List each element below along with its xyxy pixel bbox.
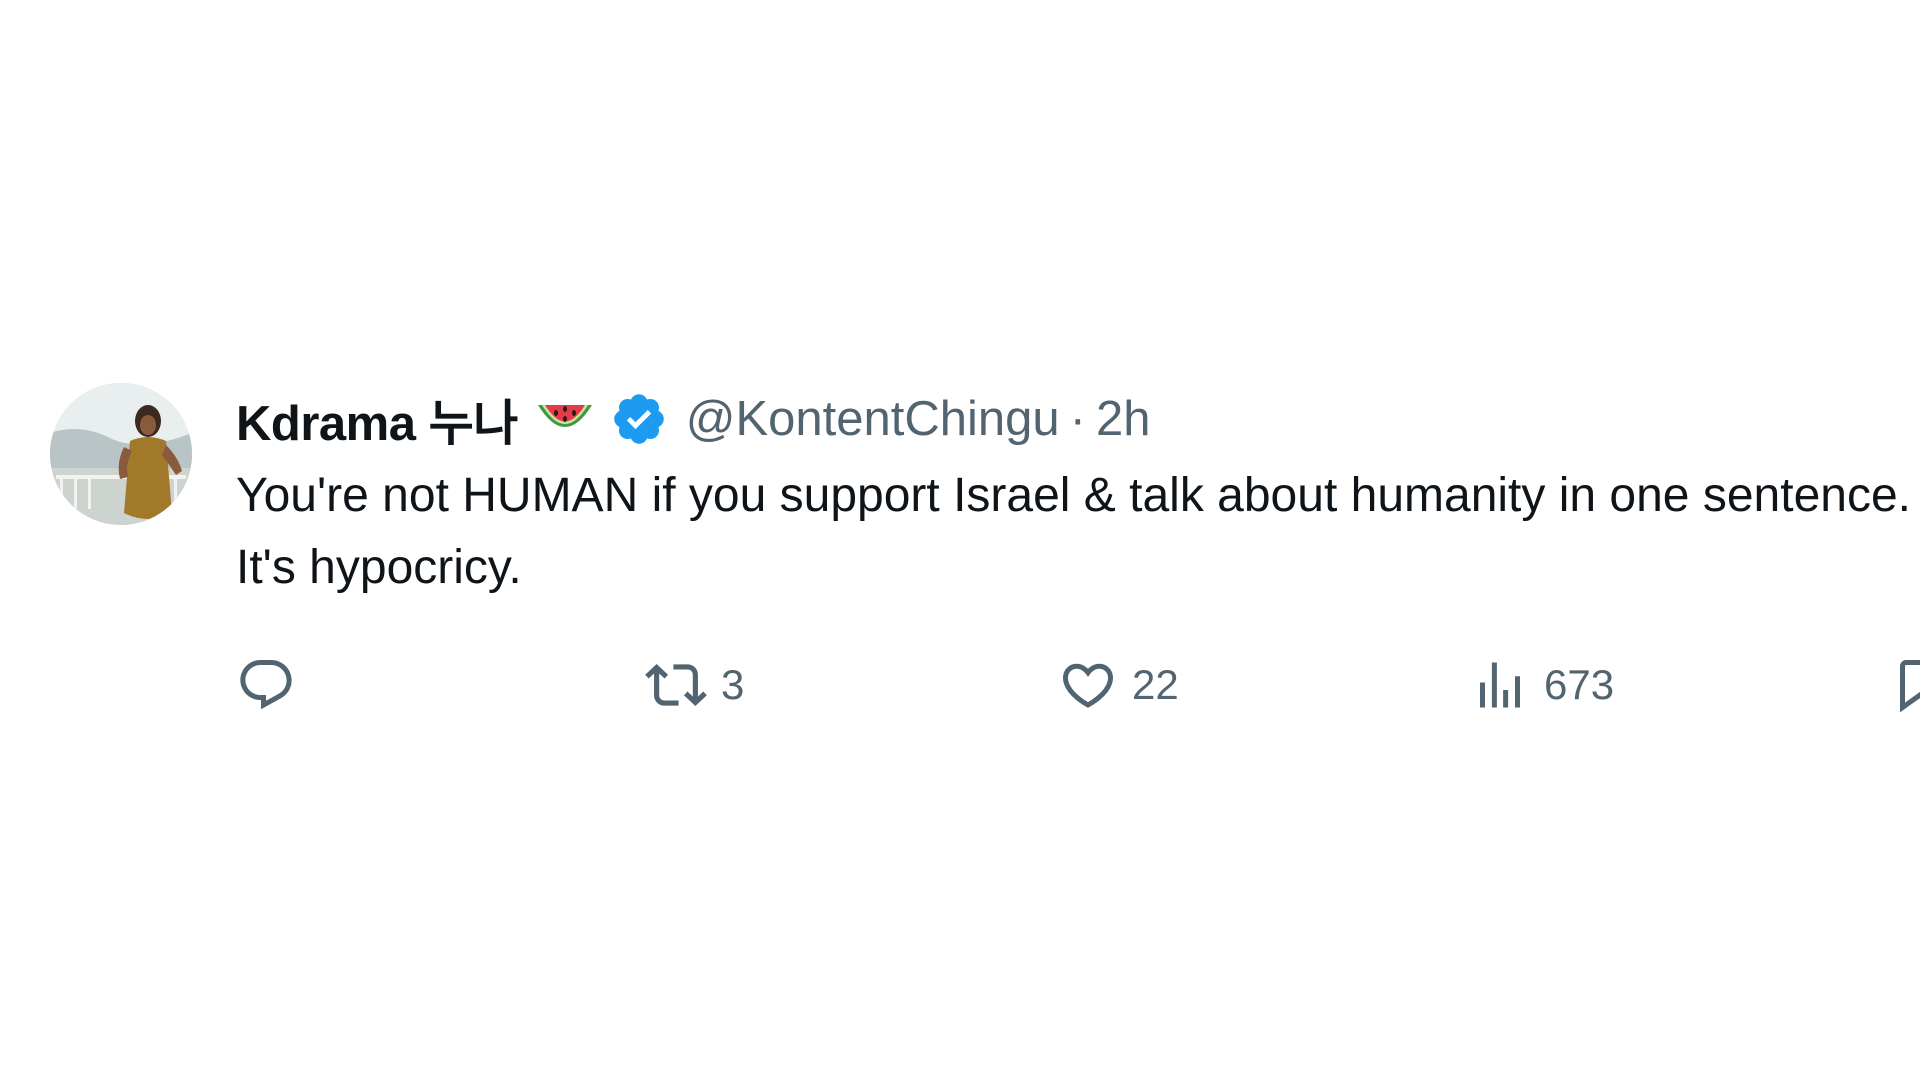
retweet-icon: [645, 654, 707, 716]
tweet-header: Kdrama 누나 @KontentChingu · 2h: [236, 386, 1151, 452]
avatar[interactable]: [50, 383, 192, 525]
retweet-button[interactable]: 3: [645, 650, 744, 720]
display-name[interactable]: Kdrama 누나: [236, 384, 518, 455]
timestamp[interactable]: 2h: [1096, 391, 1151, 447]
views-count: 673: [1544, 661, 1615, 708]
like-button[interactable]: 22: [1058, 650, 1179, 720]
retweet-count: 3: [721, 661, 745, 708]
tweet-actions: 3 22 673: [0, 650, 1920, 720]
verified-badge-icon[interactable]: [610, 390, 668, 448]
reply-button[interactable]: [236, 650, 296, 720]
heart-icon: [1058, 655, 1118, 715]
tweet-text: You're not HUMAN if you support Israel &…: [236, 469, 1911, 594]
like-count: 22: [1132, 661, 1179, 708]
bookmark-icon: [1890, 655, 1920, 715]
tweet[interactable]: Kdrama 누나 @KontentChingu · 2h You're not…: [0, 0, 1920, 1080]
separator-dot: ·: [1069, 392, 1086, 446]
user-handle[interactable]: @KontentChingu: [686, 391, 1060, 447]
reply-icon: [236, 655, 296, 715]
views-button[interactable]: 673: [1470, 650, 1614, 720]
views-icon: [1470, 655, 1530, 715]
watermelon-emoji-icon: [534, 395, 596, 443]
bookmark-button[interactable]: [1890, 650, 1920, 720]
